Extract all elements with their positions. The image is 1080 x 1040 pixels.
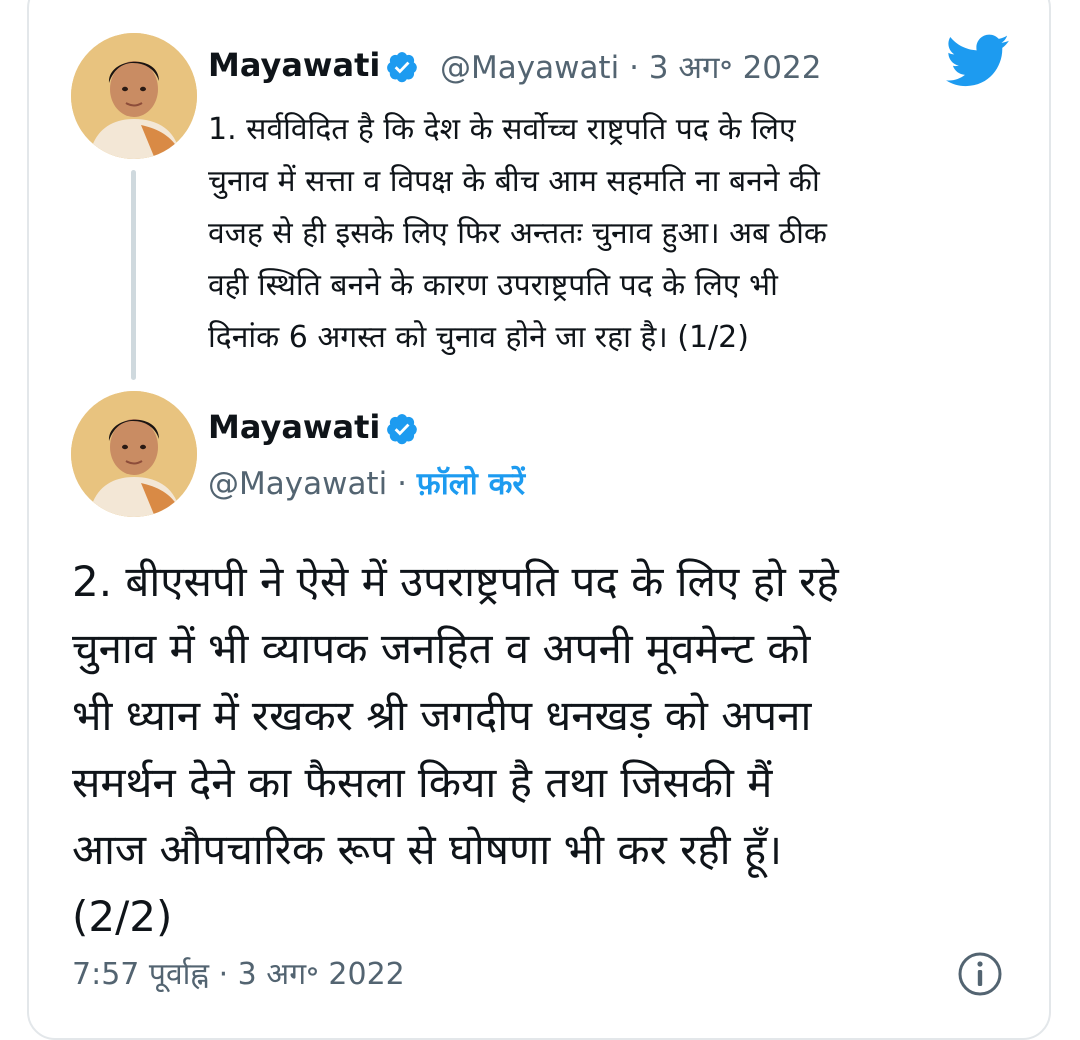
- follow-button[interactable]: फ़ॉलो करें: [417, 466, 525, 502]
- tweet-date[interactable]: 3 अग॰ 2022: [649, 50, 822, 86]
- author-name[interactable]: Mayawati: [208, 408, 380, 446]
- meta-separator: ·: [629, 50, 639, 86]
- text-line: (2/2): [72, 892, 173, 941]
- verified-badge-icon: [387, 52, 417, 83]
- author-handle[interactable]: @Mayawati: [208, 466, 387, 502]
- avatar[interactable]: [71, 391, 197, 517]
- text-line: वजह से ही इसके लिए फिर अन्ततः चुनाव हुआ।…: [208, 216, 827, 251]
- thread-connector: [131, 170, 136, 380]
- tweet-meta: @Mayawati · 3 अग॰ 2022: [440, 46, 821, 88]
- text-line: दिनांक 6 अगस्त को चुनाव होने जा रहा है। …: [208, 320, 749, 355]
- avatar[interactable]: [71, 33, 197, 159]
- verified-badge-icon: [387, 414, 417, 445]
- avatar-image: [71, 391, 197, 517]
- text-line: वही स्थिति बनने के कारण उपराष्ट्रपति पद …: [208, 268, 778, 303]
- meta-separator: ·: [397, 466, 407, 502]
- parent-tweet-text: 1. सर्वविदित है कि देश के सर्वोच्च राष्ट…: [208, 104, 998, 364]
- twitter-bird-icon[interactable]: [946, 34, 1010, 88]
- author-name[interactable]: Mayawati: [208, 46, 380, 84]
- text-line: चुनाव में भी व्यापक जनहित व अपनी मूवमेन्…: [72, 624, 811, 673]
- text-line: भी ध्यान में रखकर श्री जगदीप धनखड़ को अप…: [72, 691, 812, 740]
- main-tweet-text: 2. बीएसपी ने ऐसे में उपराष्ट्रपति पद के …: [72, 548, 1032, 950]
- text-line: आज औपचारिक रूप से घोषणा भी कर रही हूँ।: [72, 825, 783, 874]
- tweet-timestamp[interactable]: 7:57 पूर्वाह्न · 3 अग॰ 2022: [72, 952, 405, 993]
- text-line: 1. सर्वविदित है कि देश के सर्वोच्च राष्ट…: [208, 112, 796, 147]
- info-icon[interactable]: [956, 950, 1004, 998]
- text-line: समर्थन देने का फैसला किया है तथा जिसकी म…: [72, 758, 773, 807]
- text-line: 2. बीएसपी ने ऐसे में उपराष्ट्रपति पद के …: [72, 557, 839, 606]
- tweet-meta: @Mayawati · फ़ॉलो करें: [208, 462, 525, 504]
- text-line: चुनाव में सत्ता व विपक्ष के बीच आम सहमति…: [208, 164, 820, 199]
- avatar-image: [71, 33, 197, 159]
- author-handle[interactable]: @Mayawati: [440, 50, 619, 86]
